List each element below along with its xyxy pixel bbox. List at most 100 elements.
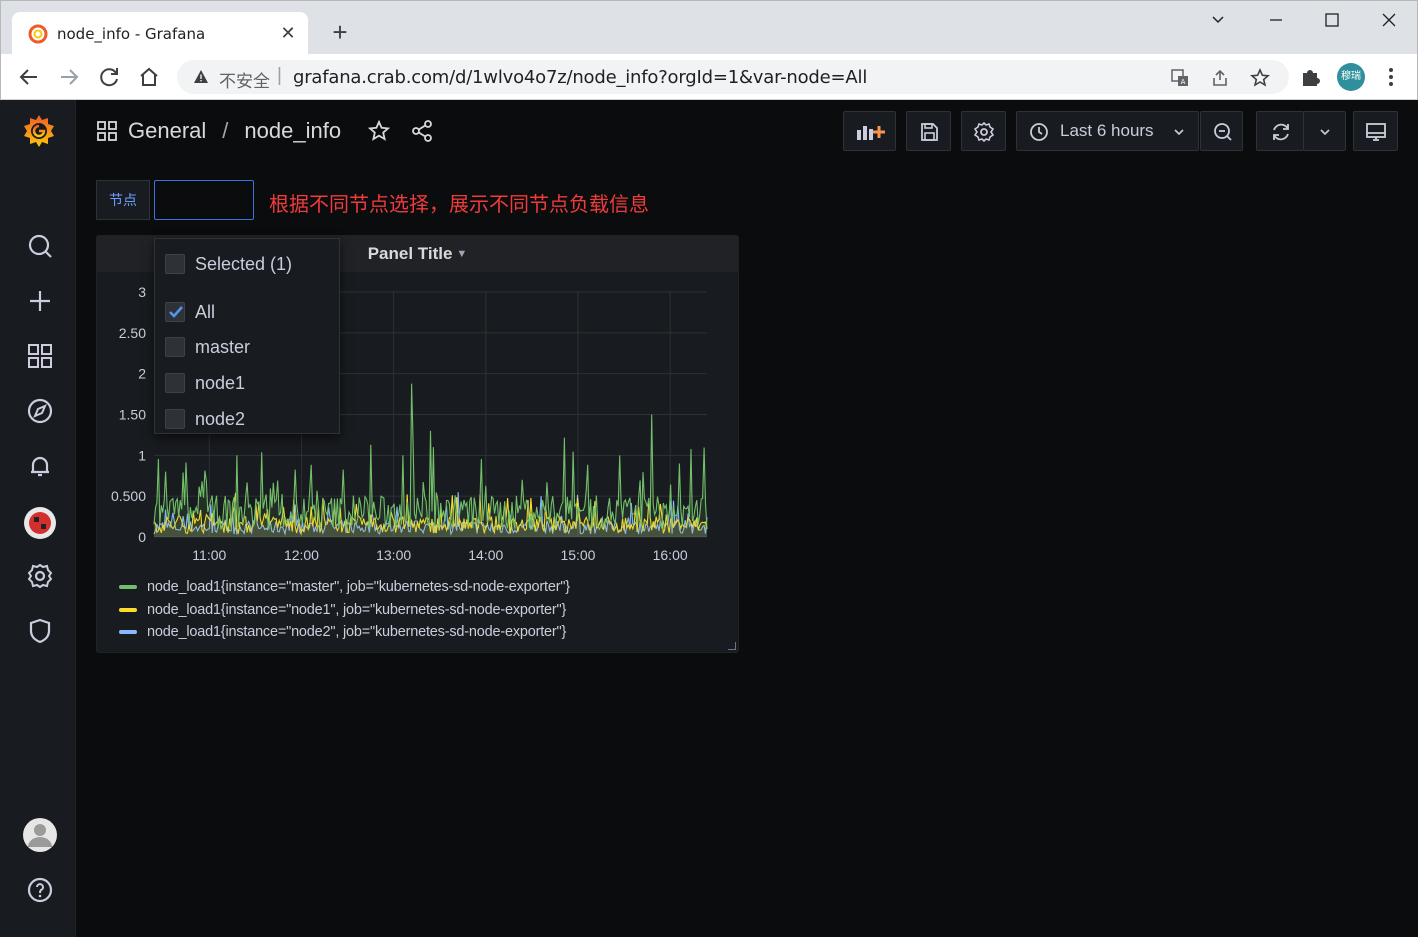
refresh-button[interactable] (1256, 111, 1304, 151)
dropdown-option-label: master (195, 336, 251, 357)
legend-label: node_load1{instance="master", job="kuber… (147, 579, 570, 596)
refresh-interval-dropdown[interactable] (1303, 111, 1346, 151)
translate-icon[interactable]: A (1170, 68, 1190, 88)
dashboard-settings-button[interactable] (961, 111, 1006, 151)
dropdown-option-all[interactable]: All (165, 300, 215, 324)
variable-node-input[interactable] (154, 180, 254, 220)
help-icon[interactable] (20, 870, 60, 910)
panel-menu-caret-icon: ▼ (456, 248, 468, 260)
profile-avatar[interactable]: 穆瑞 (1337, 63, 1365, 91)
share-icon[interactable] (1210, 68, 1230, 88)
select-all-toggle[interactable]: Selected (1) (165, 252, 292, 276)
time-picker-button[interactable]: Last 6 hours (1016, 111, 1199, 151)
dropdown-option-label: All (195, 301, 216, 322)
dropdown-option-master[interactable]: master (165, 335, 250, 359)
checkbox[interactable] (165, 254, 185, 274)
chevron-down-icon (1320, 129, 1330, 136)
search-icon[interactable] (20, 226, 60, 266)
extensions-icon[interactable] (1298, 65, 1322, 89)
checkbox[interactable] (165, 337, 185, 357)
browser-menu-icon[interactable] (1381, 64, 1401, 90)
y-tick-label: 0 (138, 529, 146, 545)
breadcrumb-folder[interactable]: General (128, 118, 206, 144)
minimize-icon[interactable] (1261, 7, 1291, 35)
save-dashboard-button[interactable] (906, 111, 951, 151)
zoom-out-icon (1214, 123, 1232, 141)
tv-mode-button[interactable] (1353, 111, 1398, 151)
share-dashboard-icon[interactable] (410, 119, 434, 143)
legend-item[interactable]: node_load1{instance="master", job="kuber… (119, 576, 570, 599)
grafana-logo-icon[interactable] (20, 112, 58, 150)
settings-gear-icon (973, 121, 995, 143)
url-text[interactable]: grafana.crab.com/d/1wlvo4o7z/node_info?o… (293, 67, 867, 88)
browser-tabbar: node_info - Grafana ✕ + (0, 0, 1418, 55)
variable-label: 节点 (96, 180, 150, 220)
server-admin-shield-icon[interactable] (20, 611, 60, 651)
tab-search-icon[interactable] (1203, 7, 1233, 35)
y-tick-label: 0.500 (111, 488, 146, 504)
legend-swatch (119, 585, 137, 590)
dashboards-icon[interactable] (20, 336, 60, 376)
address-bar[interactable]: 不安全 | grafana.crab.com/d/1wlvo4o7z/node_… (177, 60, 1289, 94)
y-tick-label: 2 (138, 366, 146, 382)
dropdown-option-node1[interactable]: node1 (165, 371, 245, 395)
create-icon[interactable] (20, 281, 60, 321)
alerting-bell-icon[interactable] (20, 446, 60, 486)
home-icon[interactable] (133, 61, 165, 93)
legend-label: node_load1{instance="node2", job="kubern… (147, 624, 567, 641)
panel-resize-handle[interactable] (728, 642, 736, 650)
dropdown-option-node2[interactable]: node2 (165, 407, 245, 431)
svg-text:A: A (1181, 78, 1186, 86)
side-menu (0, 100, 76, 937)
insecure-label: 不安全 (219, 72, 270, 91)
configuration-gear-icon[interactable] (20, 556, 60, 596)
zoom-out-button[interactable] (1200, 111, 1243, 151)
url-separator: | (277, 65, 282, 86)
legend-item[interactable]: node_load1{instance="node2", job="kubern… (119, 621, 570, 644)
y-tick-label: 1 (138, 447, 146, 463)
x-tick-label: 14:00 (468, 547, 503, 563)
x-tick-label: 16:00 (653, 547, 688, 563)
add-panel-button[interactable] (843, 111, 896, 151)
x-tick-label: 13:00 (376, 547, 411, 563)
forward-icon[interactable] (53, 61, 85, 93)
star-icon[interactable] (367, 119, 391, 143)
close-window-icon[interactable] (1374, 7, 1404, 35)
breadcrumb-dashboard[interactable]: node_info (244, 118, 341, 144)
monitor-icon (1366, 123, 1386, 141)
tab-title: node_info - Grafana (57, 25, 206, 43)
x-tick-label: 12:00 (284, 547, 319, 563)
grafana-app: General / node_info Last 6 hours 节点 根据不同… (0, 100, 1418, 937)
legend-swatch (119, 607, 137, 612)
browser-toolbar: 不安全 | grafana.crab.com/d/1wlvo4o7z/node_… (0, 54, 1418, 100)
dashboard-main: General / node_info Last 6 hours 节点 根据不同… (76, 100, 1418, 937)
checkmark-icon (169, 306, 183, 318)
new-tab-button[interactable]: + (327, 19, 353, 47)
add-panel-icon (857, 126, 885, 140)
x-tick-label: 15:00 (560, 547, 595, 563)
breadcrumb: General / node_info (96, 116, 341, 146)
reload-icon[interactable] (93, 61, 125, 93)
save-icon (921, 123, 938, 141)
bookmark-star-icon[interactable] (1250, 68, 1270, 88)
checkbox[interactable] (165, 373, 185, 393)
legend-swatch (119, 630, 137, 635)
y-tick-label: 1.50 (119, 407, 146, 423)
tab-close-icon[interactable]: ✕ (278, 23, 298, 43)
checkbox[interactable] (165, 409, 185, 429)
clock-icon (1030, 123, 1048, 141)
x-tick-label: 11:00 (192, 547, 226, 563)
legend-item[interactable]: node_load1{instance="node1", job="kubern… (119, 599, 570, 622)
dropdown-option-label: node1 (195, 372, 246, 393)
back-icon[interactable] (13, 61, 45, 93)
checkbox-checked[interactable] (165, 302, 185, 322)
user-avatar[interactable] (20, 815, 60, 855)
plugin-app-icon[interactable] (20, 503, 60, 543)
breadcrumb-separator: / (222, 118, 229, 143)
maximize-icon[interactable] (1317, 7, 1347, 35)
browser-tab[interactable]: node_info - Grafana ✕ (12, 12, 308, 55)
warning-icon (194, 70, 208, 83)
explore-icon[interactable] (20, 391, 60, 431)
legend-label: node_load1{instance="node1", job="kubern… (147, 601, 567, 618)
panel-title-text: Panel Title (367, 244, 453, 263)
